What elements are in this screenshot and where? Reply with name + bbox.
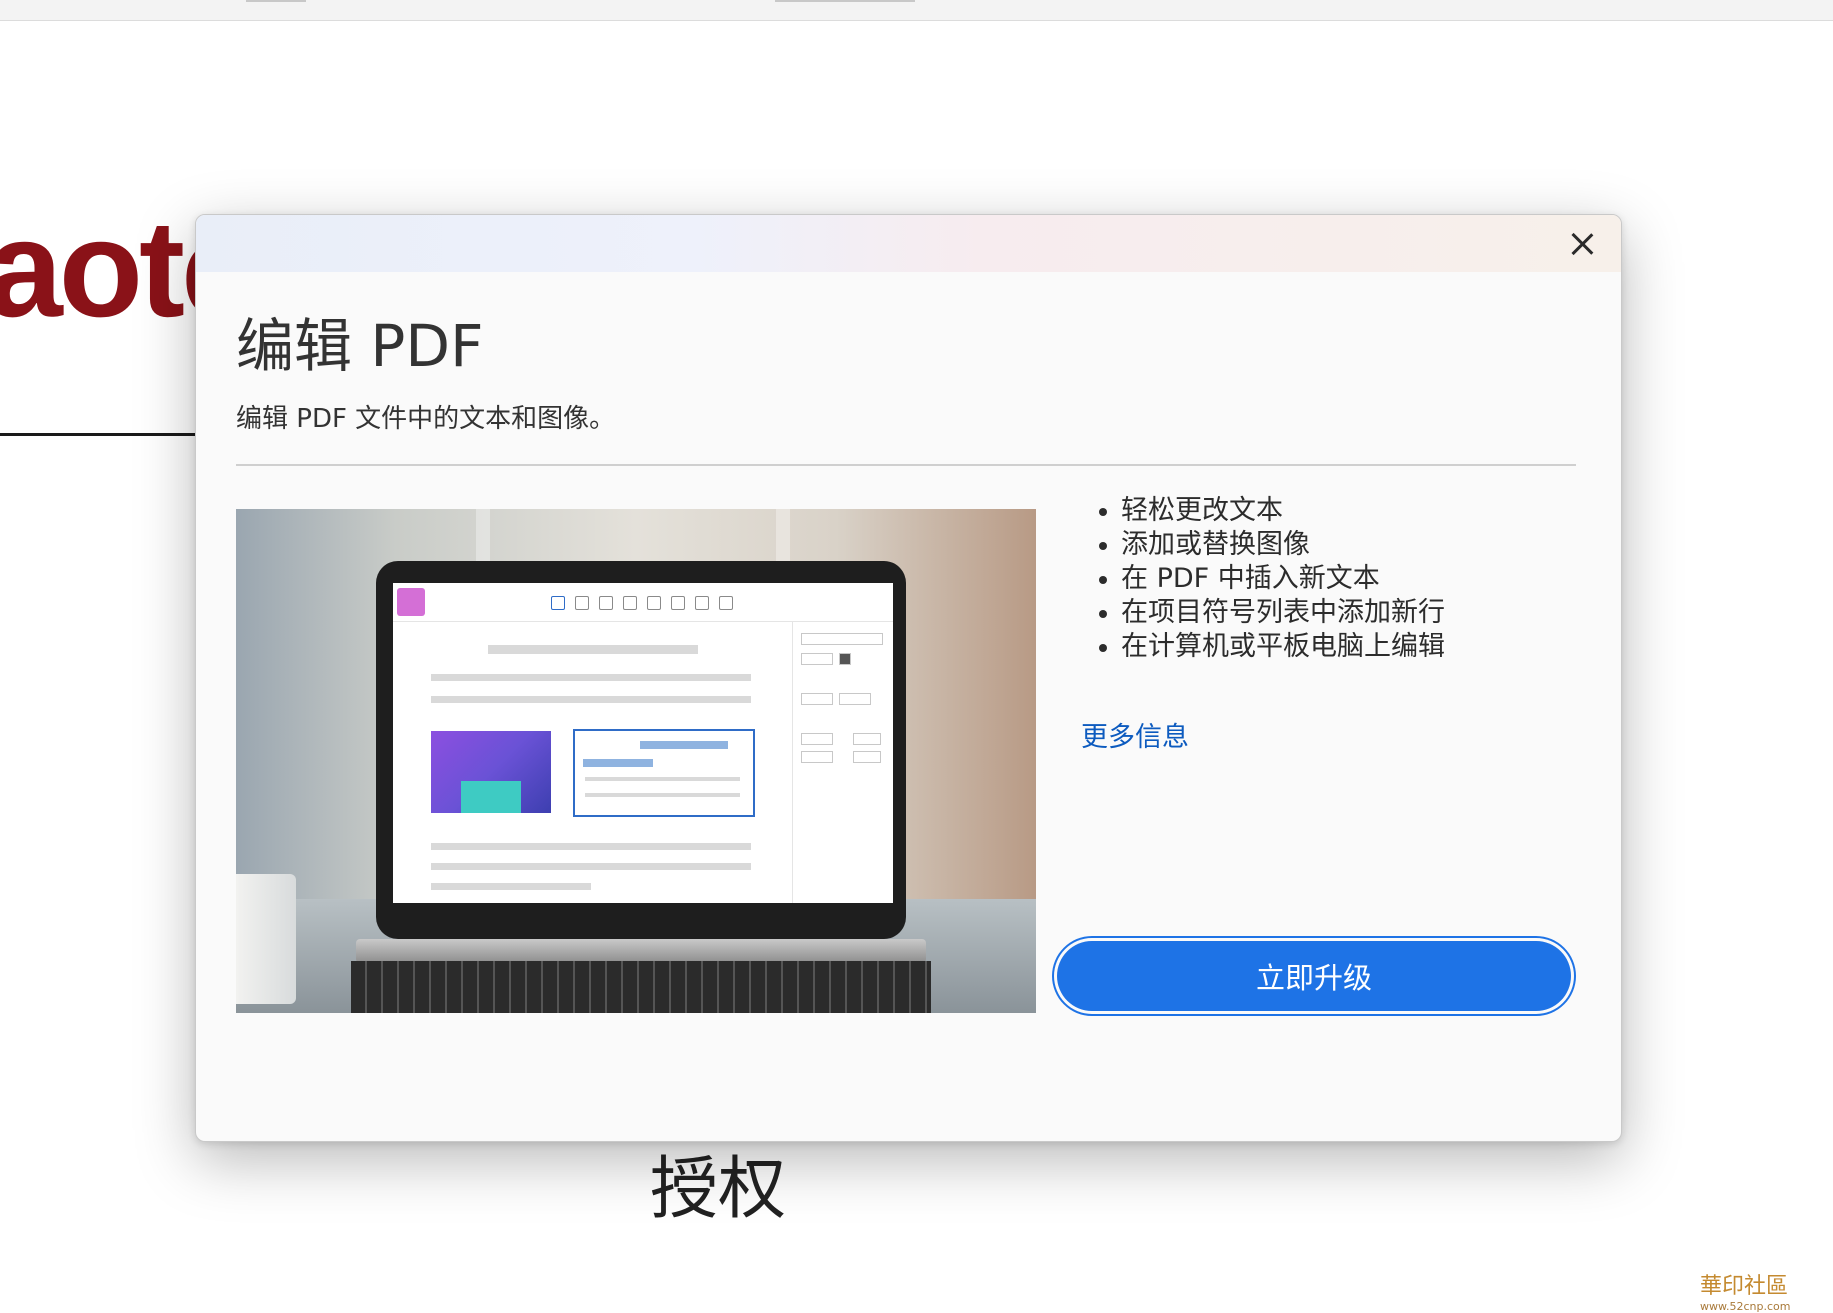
feature-list: 轻松更改文本 添加或替换图像 在 PDF 中插入新文本 在项目符号列表中添加新行… [1091,494,1445,664]
feature-item: 在 PDF 中插入新文本 [1091,562,1445,596]
more-info-link[interactable]: 更多信息 [1081,715,1189,754]
properties-panel [792,621,893,903]
keyboard [351,961,931,1013]
edit-badge-icon [397,588,425,616]
toolbar-segment [246,0,306,2]
divider [236,464,1576,466]
cup-image [236,874,296,1004]
document-caption: 授权 [650,1150,787,1229]
feature-item: 在项目符号列表中添加新行 [1091,596,1445,630]
dialog-subtitle: 编辑 PDF 文件中的文本和图像。 [236,404,616,434]
feature-item: 轻松更改文本 [1091,494,1445,528]
edit-pdf-dialog: 编辑 PDF 编辑 PDF 文件中的文本和图像。 轻松更改文本 添加或替换图像 … [195,214,1622,1142]
top-toolbar-strip [0,0,1833,21]
document-rule [0,433,200,436]
close-icon[interactable] [1567,229,1597,259]
feature-item: 添加或替换图像 [1091,528,1445,562]
feature-item: 在计算机或平板电脑上编辑 [1091,630,1445,664]
toolbar-segment [775,0,915,2]
upgrade-now-button[interactable]: 立即升级 [1057,941,1571,1011]
sample-image [431,731,551,813]
watermark-logo: 華印社區 www.52cnp.com [1700,1268,1790,1313]
laptop-screen [393,583,893,903]
hero-illustration [236,509,1036,1013]
text-selection-box [573,729,755,817]
watermark-text: 華印社區 [1700,1274,1789,1299]
dialog-header [196,215,1621,272]
dialog-title: 编辑 PDF [236,312,484,380]
